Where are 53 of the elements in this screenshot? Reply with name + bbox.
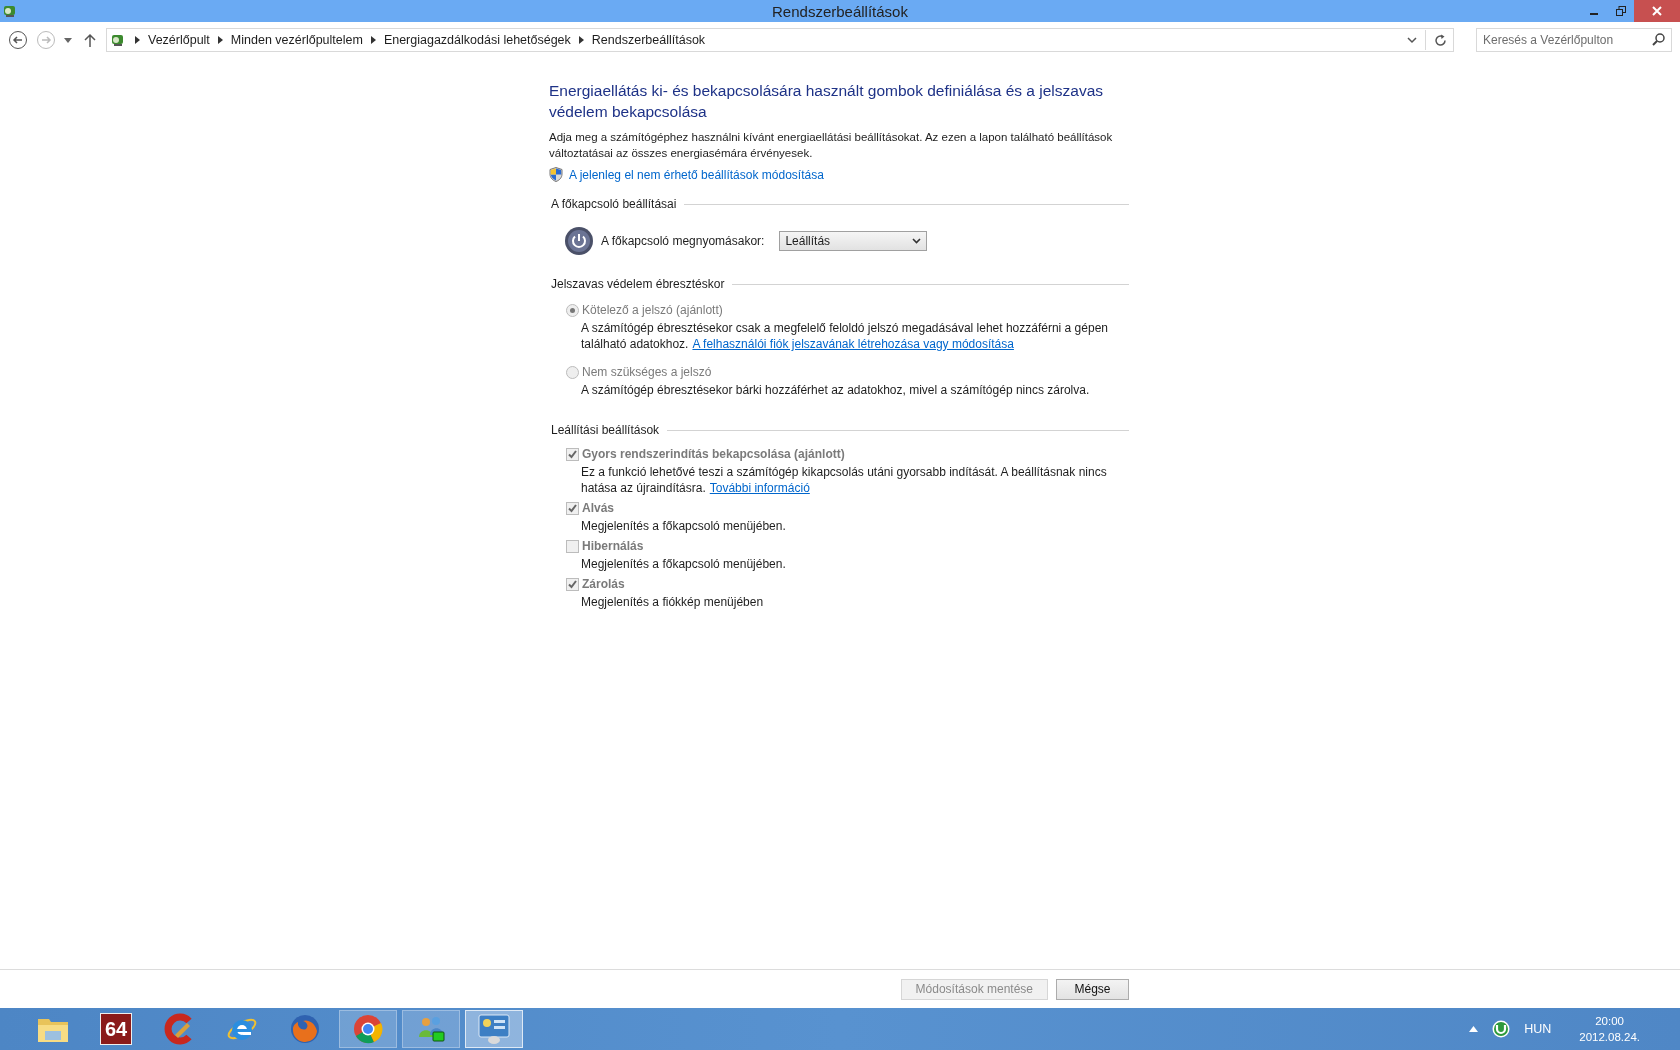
taskbar-app-button[interactable] [465,1010,523,1048]
taskbar-app-button[interactable] [339,1010,397,1048]
chevron-right-icon [578,36,584,44]
up-arrow-icon[interactable] [84,33,96,47]
taskbar-app-button[interactable]: 64 [87,1010,145,1048]
search-icon [1652,33,1665,46]
option-description: Ez a funkció lehetővé teszi a számítógép kikapcsolás utáni gyorsabb indítását. A beállításnak nincs hatása az újraindításra. További információ [580,464,1108,496]
dropdown-icon[interactable] [64,37,72,43]
fox-globe-icon [289,1013,321,1045]
power-button-label: A főkapcsoló megnyomásakor: [601,234,765,248]
section-title: Leállítási beállítások [551,423,660,437]
section-title: A főkapcsoló beállításai [551,197,677,211]
language-indicator[interactable]: HUN [1524,1022,1552,1036]
breadcrumb-item[interactable]: Vezérlőpult [148,33,210,47]
dialog-button[interactable]: Mégse [1056,978,1129,1000]
minimize-icon [1589,13,1598,15]
close-button[interactable] [1634,0,1680,22]
breadcrumb-item[interactable]: Rendszerbeállítások [591,33,706,47]
taskbar-app-button[interactable] [402,1010,460,1048]
back-icon[interactable] [8,30,28,50]
restore-icon [1615,6,1626,16]
torrent-icon[interactable] [1492,1020,1511,1038]
app-icon [2,3,18,19]
breadcrumb-item[interactable]: Energiagazdálkodási lehetőségek [383,33,571,47]
page-description: Adja meg a számítógéphez használni kívánt energiaellátási beállításokat. Az ezen a lapon található beállítások változtatásai az összes energiasémára érvényesek. [549,130,1114,161]
chrome-icon [352,1013,384,1045]
address-bar[interactable]: Vezérlőpult Minden vezérlőpultelem Energiagazdálkodási lehetőségek Rendszerbeállítások [106,28,1454,52]
chevron-right-icon [135,36,140,44]
window-title: Rendszerbeállítások [772,2,908,20]
power-button-icon [564,226,594,256]
admin-settings-link[interactable]: A jelenleg el nem érhető beállítások módosítása [569,167,824,182]
breadcrumb-item[interactable]: Minden vezérlőpultelem [230,33,363,47]
number-tile-icon: 64 [100,1013,132,1045]
refresh-icon[interactable] [1434,33,1447,47]
option-description: Megjelenítés a főkapcsoló menüjében. [580,518,787,534]
section-title: Jelszavas védelem ébresztéskor [551,277,725,291]
clock-time[interactable]: 20:00 [1595,1013,1624,1029]
option-description: A számítógép ébresztésekor csak a megfelelő feloldó jelszó megadásával lehet hozzáférni a gépen található adatokhoz. A felhasználói fiók jelszavának létrehozása vagy módosítása [580,320,1109,352]
show-hidden-icons-icon[interactable] [1469,1026,1479,1032]
close-icon [1652,6,1662,16]
chevron-down-icon[interactable] [1407,36,1417,44]
chevron-down-icon [912,238,922,244]
option-description: A számítógép ébresztésekor bárki hozzáférhet az adatokhoz, mivel a számítógép nincs zárolva. [580,382,1091,398]
clock-date[interactable]: 2012.08.24. [1579,1029,1640,1045]
power-action-dropdown[interactable]: Leállítás [779,231,928,251]
option-description: Megjelenítés a főkapcsoló menüjében. [580,556,787,572]
chevron-right-icon [370,36,376,44]
page-heading: Energiaellátás ki- és bekapcsolására használt gombok definiálása és a jelszavas védelem bekapcsolása [549,81,1104,122]
shield-icon [549,167,563,182]
option-description: Megjelenítés a fiókkép menüjében [580,594,765,610]
search-field[interactable]: Keresés a Vezérlőpulton [1476,28,1672,52]
control-panel-icon [477,1013,511,1045]
chevron-right-icon [217,36,223,44]
